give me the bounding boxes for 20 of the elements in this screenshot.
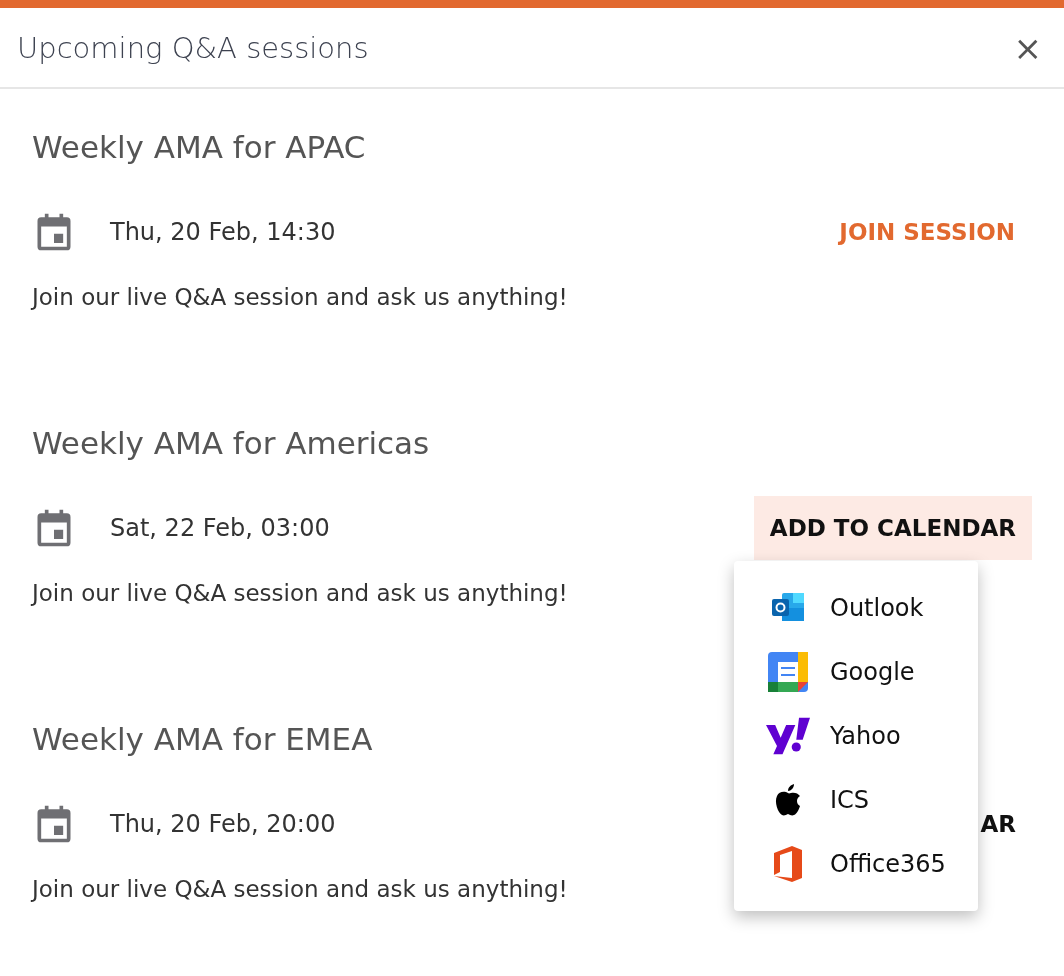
session-title: Weekly AMA for APAC bbox=[32, 129, 366, 167]
menu-item[interactable]: ICS bbox=[830, 786, 870, 814]
menu-item[interactable]: Office365 bbox=[830, 850, 946, 878]
session-description: Join our live Q&A session and ask us anything! bbox=[32, 580, 569, 606]
add-to-calendar-button[interactable]: AR bbox=[964, 792, 1032, 856]
menu-item[interactable]: Outlook bbox=[830, 594, 924, 622]
exclamation-logo-icon bbox=[766, 716, 810, 756]
session-description: Join our live Q&A session and ask us anything! bbox=[32, 876, 569, 902]
add-to-calendar-button[interactable]: ADD TO CALENDAR bbox=[753, 496, 1032, 560]
session-date: Thu, 20 Feb, 20:00 bbox=[110, 810, 337, 838]
session-date: Sat, 22 Feb, 03:00 bbox=[110, 514, 331, 542]
session-description: Join our live Q&A session and ask us anything! bbox=[32, 284, 569, 310]
session-title: Weekly AMA for EMEA bbox=[32, 721, 373, 759]
menu-item[interactable]: Google bbox=[830, 658, 915, 686]
calendar-icon bbox=[766, 652, 810, 692]
dialog-title: Upcoming Q&A sessions bbox=[17, 30, 369, 65]
menu-item[interactable]: Yahoo bbox=[830, 722, 901, 750]
session-title: Weekly AMA for Americas bbox=[32, 425, 430, 463]
close-button[interactable]: × bbox=[1009, 27, 1046, 68]
session-date: Thu, 20 Feb, 14:30 bbox=[110, 218, 337, 246]
